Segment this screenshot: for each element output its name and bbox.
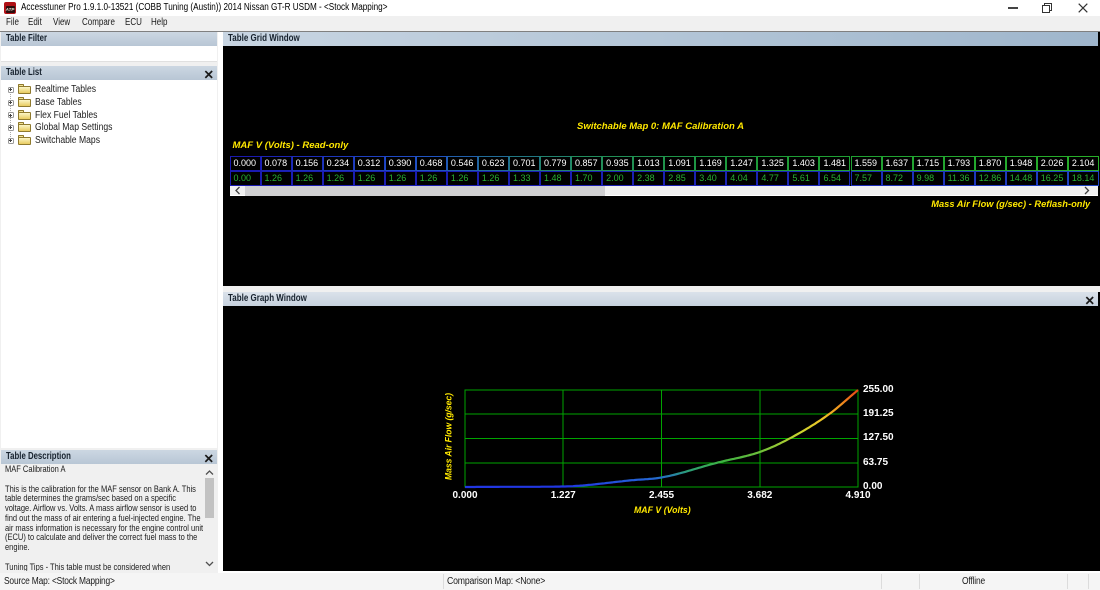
- svg-text:Mass Air Flow (g/sec): Mass Air Flow (g/sec): [444, 393, 455, 480]
